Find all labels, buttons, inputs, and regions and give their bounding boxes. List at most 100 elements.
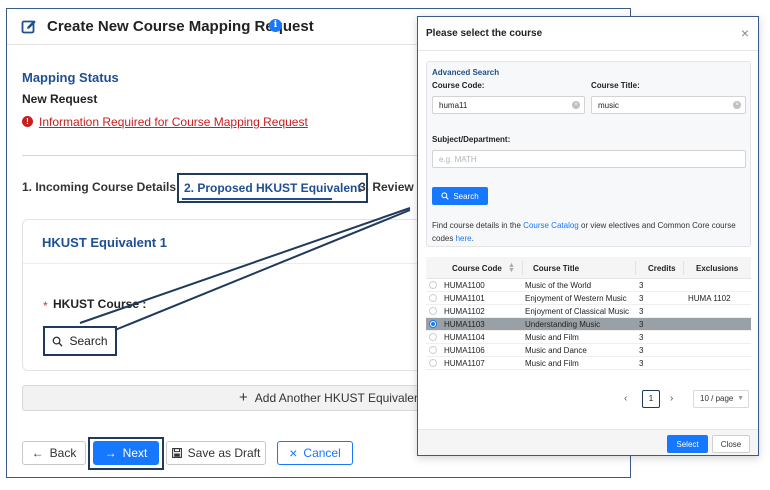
search-icon xyxy=(441,192,450,200)
table-row[interactable]: HUMA1103 Understanding Music 3 xyxy=(426,318,751,331)
next-button[interactable]: → Next xyxy=(93,441,159,465)
cancel-label: Cancel xyxy=(303,446,341,460)
row-radio[interactable] xyxy=(429,281,437,289)
course-search-label: Search xyxy=(69,334,108,348)
modal-footer: Select Close xyxy=(418,429,758,455)
arrow-right-icon: → xyxy=(104,446,117,460)
hkust-course-label: HKUST Course : xyxy=(53,297,147,311)
table-row[interactable]: HUMA1100 Music of the World 3 xyxy=(426,279,751,292)
course-search-button[interactable]: Search xyxy=(43,326,117,356)
clear-icon[interactable]: × xyxy=(572,101,580,109)
mapping-status-heading: Mapping Status xyxy=(22,70,119,85)
active-step-underline xyxy=(182,198,332,200)
table-row[interactable]: HUMA1107 Music and Film 3 xyxy=(426,357,751,370)
status-value: New Request xyxy=(22,92,98,106)
table-row[interactable]: HUMA1104 Music and Film 3 xyxy=(426,331,751,344)
pagination: ‹ 1 › 10 / page ▼ xyxy=(418,389,758,409)
advanced-search-heading: Advanced Search xyxy=(432,68,500,77)
required-info-link[interactable]: Information Required for Course Mapping … xyxy=(39,115,308,129)
column-course-code[interactable]: Course Code xyxy=(452,264,502,273)
add-equivalent-label: Add Another HKUST Equivalent xyxy=(254,391,424,405)
page-size-select[interactable]: 10 / page ▼ xyxy=(693,390,749,408)
close-button[interactable]: Close xyxy=(712,435,750,453)
column-separator xyxy=(635,261,636,275)
row-credits: 3 xyxy=(639,294,644,303)
subject-department-label: Subject/Department: xyxy=(432,135,511,144)
catalog-note: Find course details in the Course Catalo… xyxy=(432,219,748,245)
back-label: Back xyxy=(49,446,77,460)
row-credits: 3 xyxy=(639,281,644,290)
save-icon xyxy=(171,448,182,458)
table-header: Course Code ▲ ▼ Course Title Credits Excl… xyxy=(426,257,751,279)
modal-title: Please select the course xyxy=(426,28,543,39)
course-select-modal: Please select the course × Advanced Sear… xyxy=(417,16,759,456)
modal-search-label: Search xyxy=(453,191,479,201)
row-radio[interactable] xyxy=(429,307,437,315)
row-radio[interactable] xyxy=(429,294,437,302)
row-credits: 3 xyxy=(639,359,644,368)
chevron-left-icon[interactable]: ‹ xyxy=(624,393,627,404)
advanced-search-panel: Advanced Search Course Code: Course Titl… xyxy=(426,61,751,247)
row-course-code: HUMA1100 xyxy=(444,281,485,290)
step-incoming-course-details[interactable]: 1. Incoming Course Details xyxy=(22,180,176,194)
alert-icon: ! xyxy=(22,116,33,127)
row-radio[interactable] xyxy=(429,333,437,341)
row-course-code: HUMA1106 xyxy=(444,346,485,355)
row-course-title: Understanding Music xyxy=(525,320,601,329)
table-row[interactable]: HUMA1106 Music and Dance 3 xyxy=(426,344,751,357)
required-marker: * xyxy=(43,299,48,313)
arrow-left-icon: ← xyxy=(31,446,44,460)
modal-search-button[interactable]: Search xyxy=(432,187,488,205)
row-credits: 3 xyxy=(639,307,644,316)
row-course-code: HUMA1103 xyxy=(444,320,485,329)
plus-icon: + xyxy=(239,389,248,406)
row-course-title: Enjoyment of Classical Music xyxy=(525,307,630,316)
course-code-input[interactable] xyxy=(432,96,585,114)
course-catalog-link[interactable]: Course Catalog xyxy=(523,221,579,230)
here-link[interactable]: here xyxy=(456,234,472,243)
chevron-down-icon: ▼ xyxy=(737,395,744,402)
clear-icon[interactable]: × xyxy=(733,101,741,109)
row-course-title: Enjoyment of Western Music xyxy=(525,294,627,303)
modal-header: Please select the course × xyxy=(418,17,758,51)
search-icon xyxy=(53,336,64,347)
equivalent-title: HKUST Equivalent 1 xyxy=(42,235,167,250)
row-credits: 3 xyxy=(639,333,644,342)
table-row[interactable]: HUMA1102 Enjoyment of Classical Music 3 xyxy=(426,305,751,318)
row-course-title: Music and Film xyxy=(525,333,579,342)
course-code-label: Course Code: xyxy=(432,81,485,90)
page-number-current[interactable]: 1 xyxy=(642,390,660,408)
chevron-right-icon[interactable]: › xyxy=(670,393,673,404)
row-course-title: Music and Dance xyxy=(525,346,587,355)
column-separator xyxy=(522,261,523,275)
step-review[interactable]: 3. Review & xyxy=(359,180,426,194)
row-radio[interactable] xyxy=(429,346,437,354)
sort-icon[interactable]: ▲ ▼ xyxy=(508,262,515,274)
course-title-input[interactable] xyxy=(591,96,746,114)
row-course-code: HUMA1104 xyxy=(444,333,485,342)
row-radio[interactable] xyxy=(429,359,437,367)
close-icon[interactable]: × xyxy=(741,25,749,41)
row-radio[interactable] xyxy=(429,320,437,328)
row-course-title: Music and Film xyxy=(525,359,579,368)
info-icon[interactable]: i xyxy=(269,19,282,32)
select-button[interactable]: Select xyxy=(667,435,708,453)
column-course-title: Course Title xyxy=(533,264,580,273)
next-label: Next xyxy=(122,446,148,460)
note-suffix: . xyxy=(471,234,474,243)
close-icon: × xyxy=(289,445,298,461)
save-draft-button[interactable]: Save as Draft xyxy=(166,441,266,465)
row-credits: 3 xyxy=(639,346,644,355)
cancel-button[interactable]: × Cancel xyxy=(277,441,353,465)
course-title-label: Course Title: xyxy=(591,81,640,90)
subject-department-input[interactable] xyxy=(432,150,746,168)
row-exclusions: HUMA 1102 xyxy=(688,294,731,303)
save-draft-label: Save as Draft xyxy=(187,446,261,460)
row-course-code: HUMA1107 xyxy=(444,359,485,368)
page-size-value: 10 / page xyxy=(700,394,734,403)
column-separator xyxy=(683,261,684,275)
row-course-code: HUMA1102 xyxy=(444,307,485,316)
row-credits: 3 xyxy=(639,320,644,329)
back-button[interactable]: ← Back xyxy=(22,441,86,465)
table-row[interactable]: HUMA1101 Enjoyment of Western Music 3 HUMA … xyxy=(426,292,751,305)
